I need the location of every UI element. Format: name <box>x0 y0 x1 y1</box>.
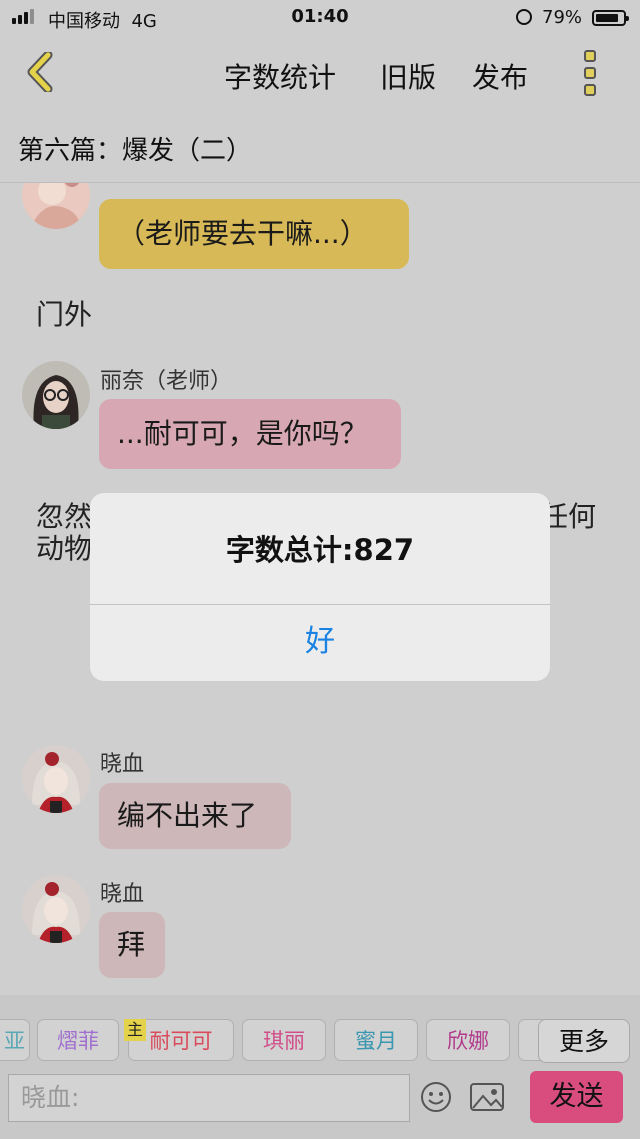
message-bubble[interactable]: 编不出来了 <box>99 783 291 849</box>
character-chip[interactable]: 熠菲 <box>37 1019 119 1061</box>
top-nav: 字数统计 旧版 发布 <box>0 36 640 110</box>
image-icon[interactable] <box>470 1083 504 1111</box>
message-bubble[interactable]: 拜 <box>99 912 165 978</box>
avatar[interactable] <box>22 875 90 943</box>
character-chip-label: 亚 <box>4 1029 25 1053</box>
avatar[interactable] <box>22 745 90 813</box>
message-input[interactable]: 晓血: <box>8 1074 410 1122</box>
character-chip[interactable]: 琪丽 <box>242 1019 326 1061</box>
word-count-button[interactable]: 字数统计 <box>224 56 336 96</box>
rotation-lock-icon <box>516 9 532 25</box>
emoji-icon[interactable] <box>420 1081 452 1113</box>
message-bubble[interactable]: （老师要去干嘛...） <box>99 199 409 269</box>
character-chip[interactable]: 蜜月 <box>334 1019 418 1061</box>
message-bubble[interactable]: ...耐可可，是你吗？ <box>99 399 401 469</box>
alert-message: 字数总计:827 <box>225 533 415 567</box>
host-badge: 主 <box>124 1019 146 1041</box>
more-menu-icon[interactable] <box>578 50 602 96</box>
sender-name: 晓血 <box>100 882 145 907</box>
narration-text: 门外 <box>36 298 93 331</box>
status-bar: 中国移动 4G 01:40 79% <box>0 0 640 36</box>
more-characters-button[interactable]: 更多 <box>538 1019 630 1063</box>
battery-icon <box>592 10 629 26</box>
character-chip[interactable]: 欣娜 <box>426 1019 510 1061</box>
send-button[interactable]: 发送 <box>530 1071 623 1123</box>
character-chip[interactable]: 亚 <box>0 1019 30 1061</box>
composer-bar: 亚 熠菲 耐可可 主 琪丽 蜜月 欣娜 更多 晓血: 发送 <box>0 995 640 1139</box>
word-count-alert: 字数总计:827 好 <box>90 493 550 681</box>
battery-percent: 79% <box>542 7 583 28</box>
back-icon[interactable] <box>22 52 66 92</box>
narration-text: 动物 <box>36 532 93 565</box>
avatar[interactable] <box>22 361 90 429</box>
publish-button[interactable]: 发布 <box>472 56 528 96</box>
chapter-header: 第六篇：爆发（二） <box>0 110 640 183</box>
avatar[interactable] <box>22 183 90 229</box>
sender-name: 晓血 <box>100 752 145 777</box>
alert-ok-button[interactable]: 好 <box>90 605 550 681</box>
old-version-button[interactable]: 旧版 <box>380 56 436 96</box>
sender-name: 丽奈（老师） <box>100 369 233 394</box>
chapter-title: 第六篇：爆发（二） <box>18 136 253 166</box>
